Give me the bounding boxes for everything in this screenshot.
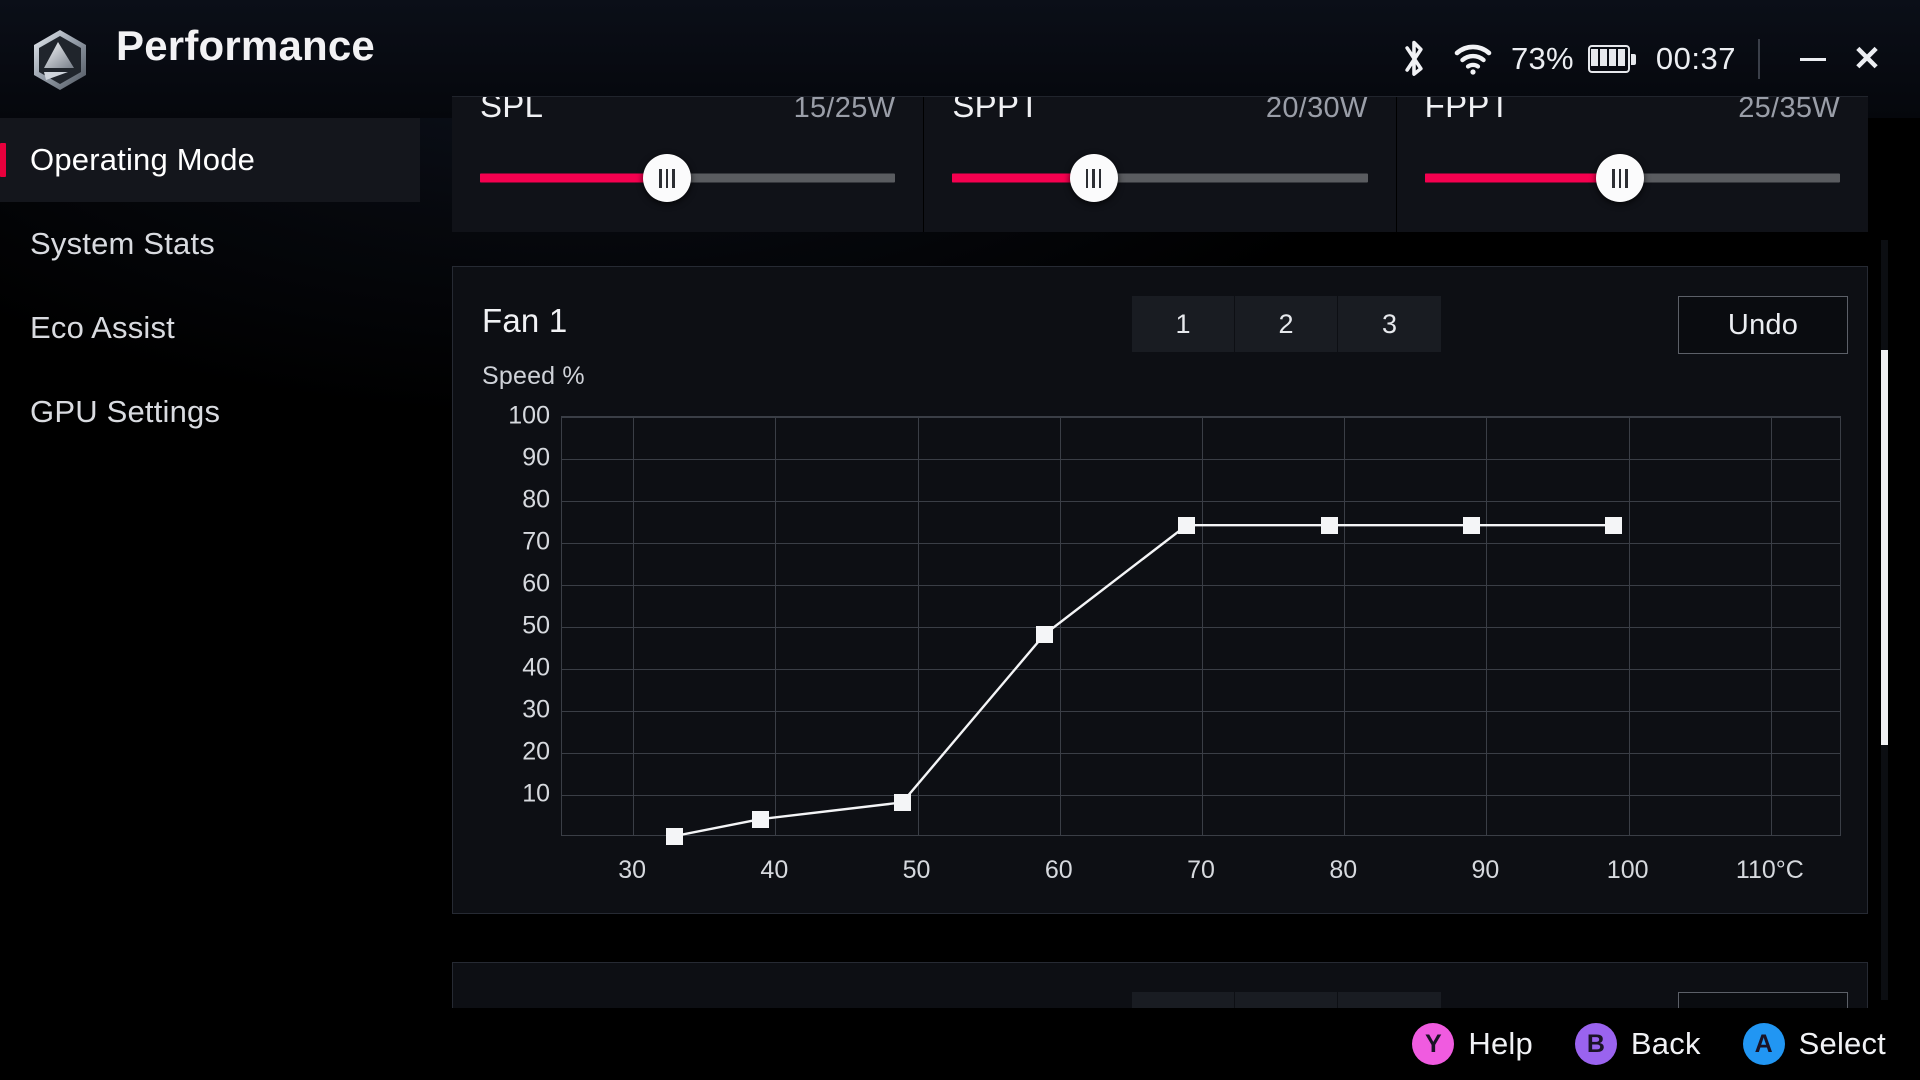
- power-limit-sliders: SPL 15/25W SPPT 20/30W FPPT 25/35W: [452, 96, 1868, 232]
- curve-point-handle[interactable]: [1604, 516, 1622, 534]
- hint-help[interactable]: Y Help: [1412, 1023, 1533, 1065]
- close-button[interactable]: ✕: [1840, 32, 1894, 86]
- clock: 00:37: [1655, 41, 1736, 76]
- button-a-icon: A: [1742, 1023, 1785, 1065]
- active-accent-bar: [0, 143, 6, 177]
- sidebar: Operating Mode System Stats Eco Assist G…: [0, 118, 420, 1008]
- spl-slider[interactable]: [480, 147, 896, 209]
- undo-button[interactable]: Undo: [1678, 296, 1848, 354]
- x-axis-tick-label: 100: [1606, 856, 1649, 884]
- app-title: Performance: [116, 22, 375, 69]
- power-card-value: 20/30W: [1265, 96, 1368, 124]
- y-axis-tick-label: 70: [522, 527, 550, 556]
- hint-label: Help: [1468, 1026, 1533, 1061]
- fan-preset-group: 1 2 3: [1132, 296, 1441, 352]
- app-root: Performance 73% 00:37 ✕ Operating Mode S…: [0, 0, 1920, 1080]
- x-axis-tick-label: 80: [1329, 856, 1358, 884]
- vertical-scrollbar[interactable]: [1881, 240, 1888, 1000]
- sidebar-item-operating-mode[interactable]: Operating Mode: [0, 118, 420, 202]
- curve-point-handle[interactable]: [1178, 516, 1196, 534]
- sidebar-item-eco-assist[interactable]: Eco Assist: [0, 286, 420, 370]
- minimize-button[interactable]: [1786, 32, 1840, 86]
- fppt-slider[interactable]: [1424, 147, 1840, 209]
- slider-fill: [480, 173, 667, 183]
- hint-back[interactable]: B Back: [1574, 1023, 1701, 1065]
- battery-percent: 73%: [1510, 41, 1574, 76]
- y-axis-tick-label: 60: [522, 569, 550, 598]
- bluetooth-icon: [1397, 37, 1431, 81]
- power-card-value: 25/35W: [1738, 96, 1840, 124]
- x-axis-tick-label: 50: [902, 856, 931, 884]
- x-axis-tick-label: 90: [1471, 856, 1500, 884]
- y-axis-tick-label: 100: [508, 401, 550, 430]
- scrollbar-thumb[interactable]: [1881, 350, 1888, 745]
- power-card-fppt: FPPT 25/35W: [1396, 96, 1868, 232]
- y-axis-tick-label: 20: [522, 737, 550, 766]
- fan-preset-2[interactable]: 2: [1235, 296, 1338, 352]
- sidebar-item-system-stats[interactable]: System Stats: [0, 202, 420, 286]
- y-axis-tick-label: 10: [522, 779, 550, 808]
- slider-knob[interactable]: [642, 154, 691, 202]
- sidebar-item-gpu-settings[interactable]: GPU Settings: [0, 370, 420, 454]
- curve-point-handle[interactable]: [1036, 625, 1054, 643]
- fan-curve-points: [561, 416, 1841, 845]
- fan-preset-1[interactable]: 1: [1132, 296, 1235, 352]
- fan-preset-3[interactable]: 3: [1338, 296, 1441, 352]
- curve-point-handle[interactable]: [1462, 516, 1480, 534]
- sidebar-item-label: Operating Mode: [30, 142, 256, 177]
- curve-point-handle[interactable]: [893, 793, 911, 811]
- y-axis-tick-label: 50: [522, 611, 550, 640]
- x-axis-tick-label: 60: [1044, 856, 1073, 884]
- slider-fill: [1424, 173, 1620, 183]
- x-axis-ticks: 30 40 50 60 70 80 90 100 110°C: [561, 856, 1841, 890]
- sidebar-item-label: GPU Settings: [30, 394, 221, 429]
- hint-label: Select: [1798, 1026, 1886, 1061]
- curve-point-handle[interactable]: [1320, 516, 1338, 534]
- button-y-icon: Y: [1412, 1023, 1455, 1065]
- curve-point-handle[interactable]: [751, 810, 769, 828]
- x-axis-tick-label: 30: [618, 856, 647, 884]
- power-card-value: 15/25W: [793, 96, 896, 124]
- wifi-icon: [1453, 42, 1493, 76]
- fan-card-title: Fan 1: [482, 302, 568, 339]
- power-card-spl: SPL 15/25W: [452, 96, 925, 232]
- status-divider: [1758, 39, 1760, 79]
- hint-label: Back: [1630, 1026, 1701, 1061]
- power-card-label: FPPT: [1424, 96, 1511, 124]
- sidebar-item-label: System Stats: [30, 226, 216, 261]
- hexagon-logo-icon: [28, 28, 92, 92]
- battery-icon: [1587, 45, 1637, 73]
- y-axis-tick-label: 30: [522, 695, 550, 724]
- x-axis-tick-label: 70: [1187, 856, 1215, 884]
- hint-select[interactable]: A Select: [1742, 1023, 1886, 1065]
- y-axis-tick-label: 40: [522, 653, 550, 682]
- y-axis-label: Speed %: [482, 362, 585, 390]
- power-card-label: SPL: [480, 96, 544, 124]
- x-axis-tick-label: 40: [760, 856, 789, 884]
- y-axis-tick-label: 80: [522, 485, 550, 514]
- slider-track[interactable]: [952, 173, 1368, 183]
- slider-knob[interactable]: [1069, 154, 1118, 202]
- power-card-label: SPPT: [952, 96, 1040, 124]
- x-axis-tick-label: 110°C: [1735, 856, 1804, 884]
- y-axis-tick-label: 90: [522, 443, 550, 472]
- y-axis-ticks: 100 90 80 70 60 50 40 30 20 10: [478, 402, 550, 836]
- sppt-slider[interactable]: [952, 147, 1368, 209]
- sidebar-item-label: Eco Assist: [30, 310, 175, 345]
- button-b-icon: B: [1574, 1023, 1617, 1065]
- curve-point-handle[interactable]: [666, 827, 684, 845]
- slider-knob[interactable]: [1595, 154, 1644, 202]
- gamepad-hint-bar: Y Help B Back A Select: [0, 1008, 1920, 1080]
- power-card-sppt: SPPT 20/30W: [924, 96, 1397, 232]
